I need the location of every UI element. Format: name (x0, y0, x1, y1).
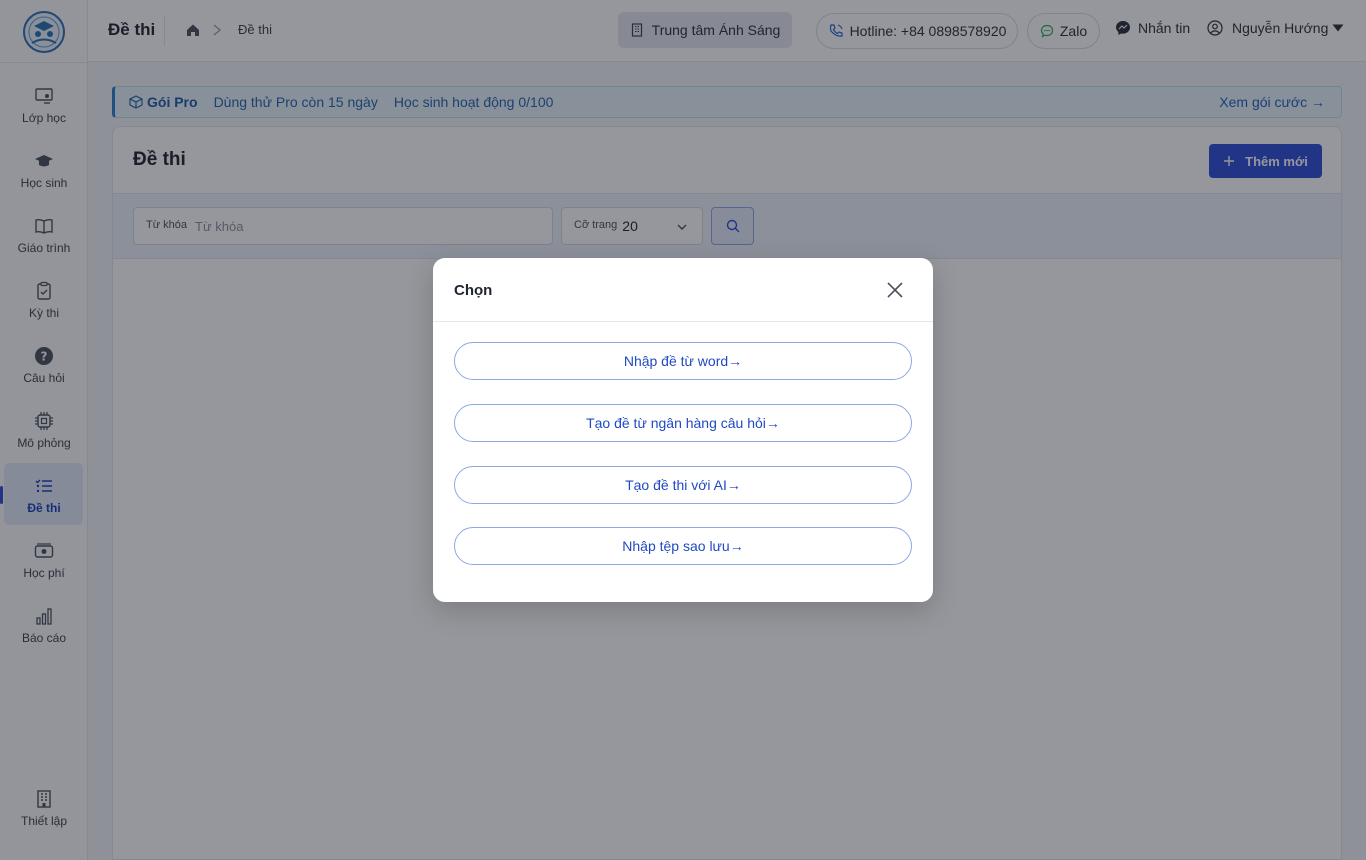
close-icon[interactable] (885, 280, 905, 300)
choose-modal: Chọn Nhập đề từ word→ Tạo đề từ ngân hàn… (433, 258, 933, 602)
import-backup-button[interactable]: Nhập tệp sao lưu→ (454, 527, 912, 565)
create-with-ai-button[interactable]: Tạo đề thi với AI→ (454, 466, 912, 504)
modal-divider (433, 321, 933, 322)
modal-title: Chọn (454, 282, 493, 299)
import-word-button[interactable]: Nhập đề từ word→ (454, 342, 912, 380)
question-bank-button[interactable]: Tạo đề từ ngân hàng câu hỏi→ (454, 404, 912, 442)
